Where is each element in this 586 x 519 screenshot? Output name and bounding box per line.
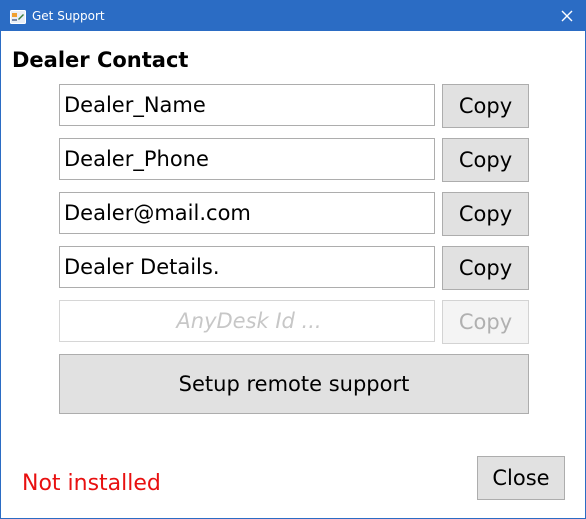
- window-title: Get Support: [32, 9, 105, 23]
- title-bar: Get Support: [1, 1, 585, 31]
- copy-dealer-name-button[interactable]: Copy: [442, 84, 529, 128]
- window-close-icon[interactable]: [557, 6, 577, 26]
- copy-dealer-details-button[interactable]: Copy: [442, 246, 529, 290]
- anydesk-id-field[interactable]: [59, 300, 435, 342]
- install-status-text: Not installed: [22, 471, 161, 496]
- dealer-email-field[interactable]: [59, 192, 435, 234]
- app-icon: [10, 9, 26, 24]
- close-button[interactable]: Close: [477, 456, 565, 500]
- dealer-details-field[interactable]: [59, 246, 435, 288]
- copy-dealer-email-button[interactable]: Copy: [442, 192, 529, 236]
- dealer-contact-heading: Dealer Contact: [12, 48, 189, 72]
- dealer-name-field[interactable]: [59, 84, 435, 126]
- get-support-window: Get Support Dealer Contact Copy Copy Cop…: [0, 0, 586, 519]
- copy-anydesk-id-button[interactable]: Copy: [442, 300, 529, 344]
- copy-dealer-phone-button[interactable]: Copy: [442, 138, 529, 182]
- setup-remote-support-button[interactable]: Setup remote support: [59, 354, 529, 414]
- dealer-phone-field[interactable]: [59, 138, 435, 180]
